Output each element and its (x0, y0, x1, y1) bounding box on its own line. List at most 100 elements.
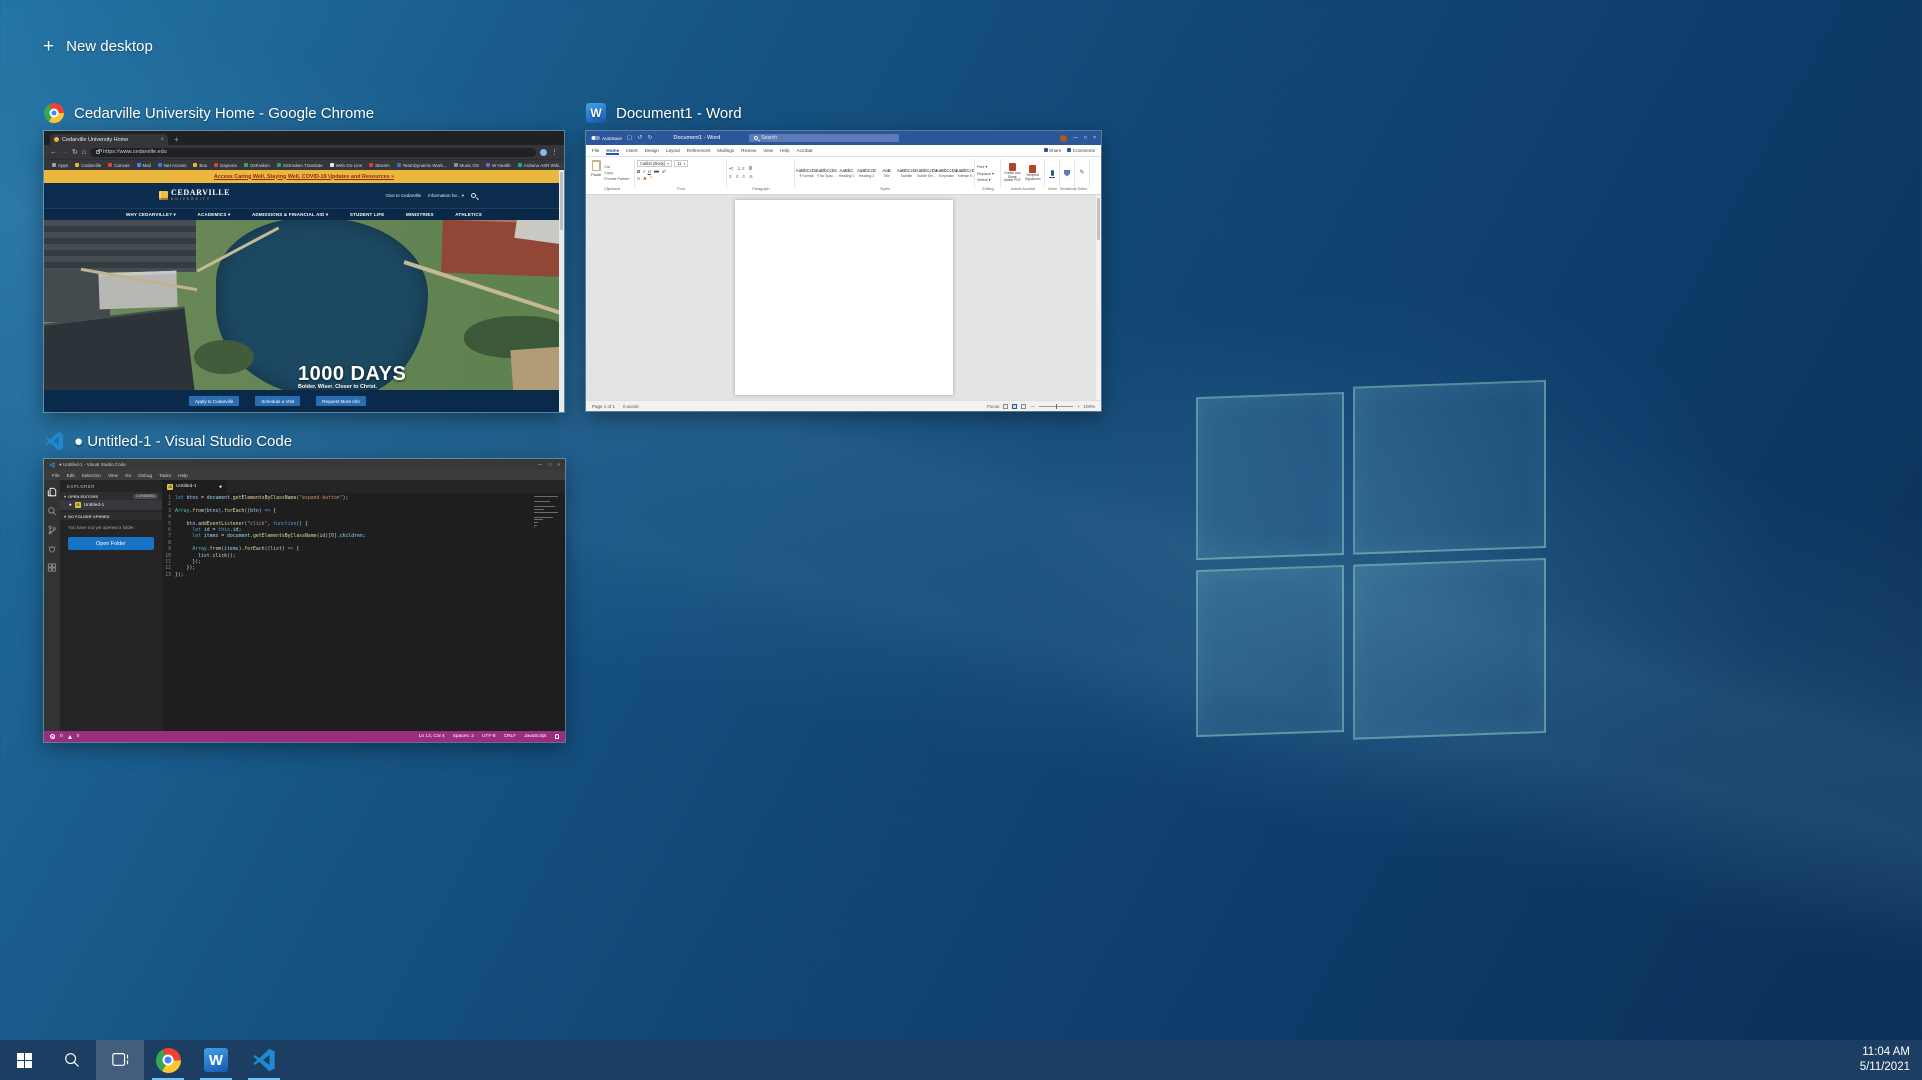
site-nav-item[interactable]: ADMISSIONS & FINANCIAL AID ▾ (252, 212, 328, 218)
task-view-button[interactable] (96, 1040, 144, 1080)
taskbar-search-button[interactable] (48, 1040, 96, 1080)
error-count[interactable]: 0 (60, 734, 63, 739)
ribbon-tab-mailings[interactable]: Mailings (717, 148, 734, 153)
acrobat-button[interactable]: Request Signatures (1024, 165, 1043, 182)
editor-tab[interactable]: JS Untitled-1 ● (162, 480, 228, 493)
font-buttons[interactable]: BIUabx² (637, 169, 724, 174)
list-buttons[interactable]: •≡⒈≡≣ (729, 166, 792, 172)
profile-avatar[interactable] (540, 149, 547, 156)
focus-button[interactable]: Focus (987, 404, 999, 409)
zoom-slider[interactable] (1039, 406, 1073, 407)
blank-page[interactable] (735, 200, 953, 395)
style-card[interactable]: AaBbCcEHeading 2 (857, 167, 876, 179)
bookmark-item[interactable]: TeamDynamix Work... (397, 163, 447, 168)
word-scrollbar[interactable] (1096, 195, 1101, 400)
close-icon[interactable]: × (1093, 135, 1096, 141)
bookmark-item[interactable]: GitKraken (244, 163, 270, 168)
cta-button[interactable]: Request More Info (316, 396, 366, 406)
bookmark-item[interactable]: Mail (137, 163, 151, 168)
bookmark-item[interactable]: Apps (52, 163, 68, 168)
font-name-select[interactable]: Calibri (Body)▾ (637, 160, 672, 167)
font-size-select[interactable]: 11▾ (674, 160, 688, 167)
menu-edit[interactable]: Edit (67, 473, 75, 478)
site-nav-item[interactable]: MINISTRIES (406, 212, 434, 217)
comments-button[interactable]: Comments (1067, 148, 1095, 153)
menu-icon[interactable]: ⋮ (551, 149, 558, 156)
ribbon-tab-insert[interactable]: Insert (626, 148, 638, 153)
explorer-icon[interactable] (47, 487, 57, 497)
site-search-icon[interactable] (471, 193, 476, 198)
info-for-link[interactable]: Information for... ▾ (428, 193, 464, 199)
acrobat-button[interactable]: Create and Share Adobe PDF (1003, 163, 1022, 183)
menu-file[interactable]: File (52, 473, 60, 478)
no-folder-section[interactable]: ▾ NO FOLDER OPENED (60, 512, 162, 520)
site-nav-item[interactable]: STUDENT LIFE (350, 212, 385, 217)
ribbon-tab-help[interactable]: Help (780, 148, 789, 153)
covid-banner-link[interactable]: Access Caring Well, Staying Well, COVID-… (44, 170, 564, 183)
site-nav-item[interactable]: ACADEMICS ▾ (198, 212, 231, 218)
open-folder-button[interactable]: Open Folder (68, 537, 154, 550)
indentation[interactable]: Spaces: 2 (453, 734, 474, 739)
style-card[interactable]: AaBbCcDaSubtle Em... (917, 167, 936, 179)
code-editor[interactable]: 1let btns = document.getElementsByClassN… (162, 493, 565, 731)
give-link[interactable]: Give to Cedarville (385, 193, 421, 198)
word-count[interactable]: 0 words (623, 404, 639, 409)
ribbon-tab-view[interactable]: View (763, 148, 773, 153)
refresh-icon[interactable]: ↻ (72, 149, 78, 156)
word-search-box[interactable]: Search (749, 134, 899, 142)
menu-go[interactable]: Go (125, 473, 131, 478)
new-desktop-button[interactable]: + New desktop (43, 38, 153, 55)
menu-help[interactable]: Help (178, 473, 188, 478)
print-layout-icon[interactable] (1012, 404, 1017, 409)
chrome-window-thumbnail[interactable]: Cedarville University Home × + ← → ↻ ⌂ h… (44, 131, 564, 412)
cedarville-logo[interactable]: CEDARVILLE UNIVERSITY (159, 189, 230, 201)
bookmark-item[interactable]: Daytona (214, 163, 237, 168)
ribbon-tab-layout[interactable]: Layout (666, 148, 680, 153)
share-button[interactable]: Share (1044, 148, 1062, 153)
taskbar-clock[interactable]: 11:04 AM 5/11/2021 (1860, 1040, 1922, 1080)
menu-view[interactable]: View (108, 473, 118, 478)
sensitivity-button[interactable] (1060, 159, 1075, 187)
cursor-position[interactable]: Ln 13, Col 4 (419, 734, 445, 739)
bookmark-item[interactable]: Cedarville (75, 163, 101, 168)
new-tab-button[interactable]: + (174, 134, 179, 145)
bookmark-item[interactable]: Web On-Line (330, 163, 362, 168)
encoding[interactable]: UTF-8 (482, 734, 496, 739)
language-mode[interactable]: JavaScript (524, 734, 546, 739)
editing-item[interactable]: Find ▾ (977, 164, 998, 169)
chrome-tab[interactable]: Cedarville University Home × (50, 134, 168, 145)
zoom-in-icon[interactable]: + (1077, 404, 1080, 409)
cta-button[interactable]: Schedule a Visit (255, 396, 300, 406)
style-card[interactable]: AaBTitle (877, 167, 896, 179)
bookmark-item[interactable]: Music OS (454, 163, 480, 168)
minimize-icon[interactable]: — (538, 462, 543, 467)
cta-button[interactable]: Apply to Cedarville (189, 396, 239, 406)
bell-icon[interactable] (555, 734, 560, 739)
bookmark-item[interactable]: Canvas (108, 163, 129, 168)
editor-button[interactable]: ✎ (1075, 159, 1090, 187)
start-button[interactable] (0, 1040, 48, 1080)
tab-close-icon[interactable]: × (160, 137, 164, 143)
open-editor-item[interactable]: ● JS Untitled-1 (60, 500, 162, 510)
style-card[interactable]: AaBbCcDSubtitle (897, 167, 916, 179)
restore-icon[interactable]: □ (549, 462, 552, 467)
open-editors-section[interactable]: ▾ OPEN EDITORS 1 UNSAVED (60, 492, 162, 500)
web-layout-icon[interactable] (1021, 404, 1026, 409)
editing-item[interactable]: Select ▾ (977, 177, 998, 182)
clipboard-item[interactable]: Format Painter (604, 177, 629, 181)
style-card[interactable]: AaBbCcDc¶ Normal (797, 167, 816, 179)
ribbon-tab-references[interactable]: References (687, 148, 711, 153)
ribbon-tab-design[interactable]: Design (645, 148, 659, 153)
eol-type[interactable]: CRLF (504, 734, 517, 739)
restore-icon[interactable]: □ (1084, 135, 1087, 141)
address-bar[interactable]: https://www.cedarville.edu (90, 148, 536, 157)
chrome-window-title[interactable]: Cedarville University Home - Google Chro… (44, 103, 374, 123)
clipboard-item[interactable]: Cut (604, 165, 629, 169)
close-icon[interactable]: × (557, 462, 560, 467)
ribbon-tab-review[interactable]: Review (741, 148, 756, 153)
ribbon-tab-file[interactable]: File (592, 148, 599, 153)
site-nav-item[interactable]: WHY CEDARVILLE? ▾ (126, 212, 176, 218)
zoom-out-icon[interactable]: — (1030, 404, 1035, 409)
bookmark-item[interactable]: Arduino ASR Wiki... (518, 163, 563, 168)
bookmark-item[interactable]: W Health (486, 163, 511, 168)
